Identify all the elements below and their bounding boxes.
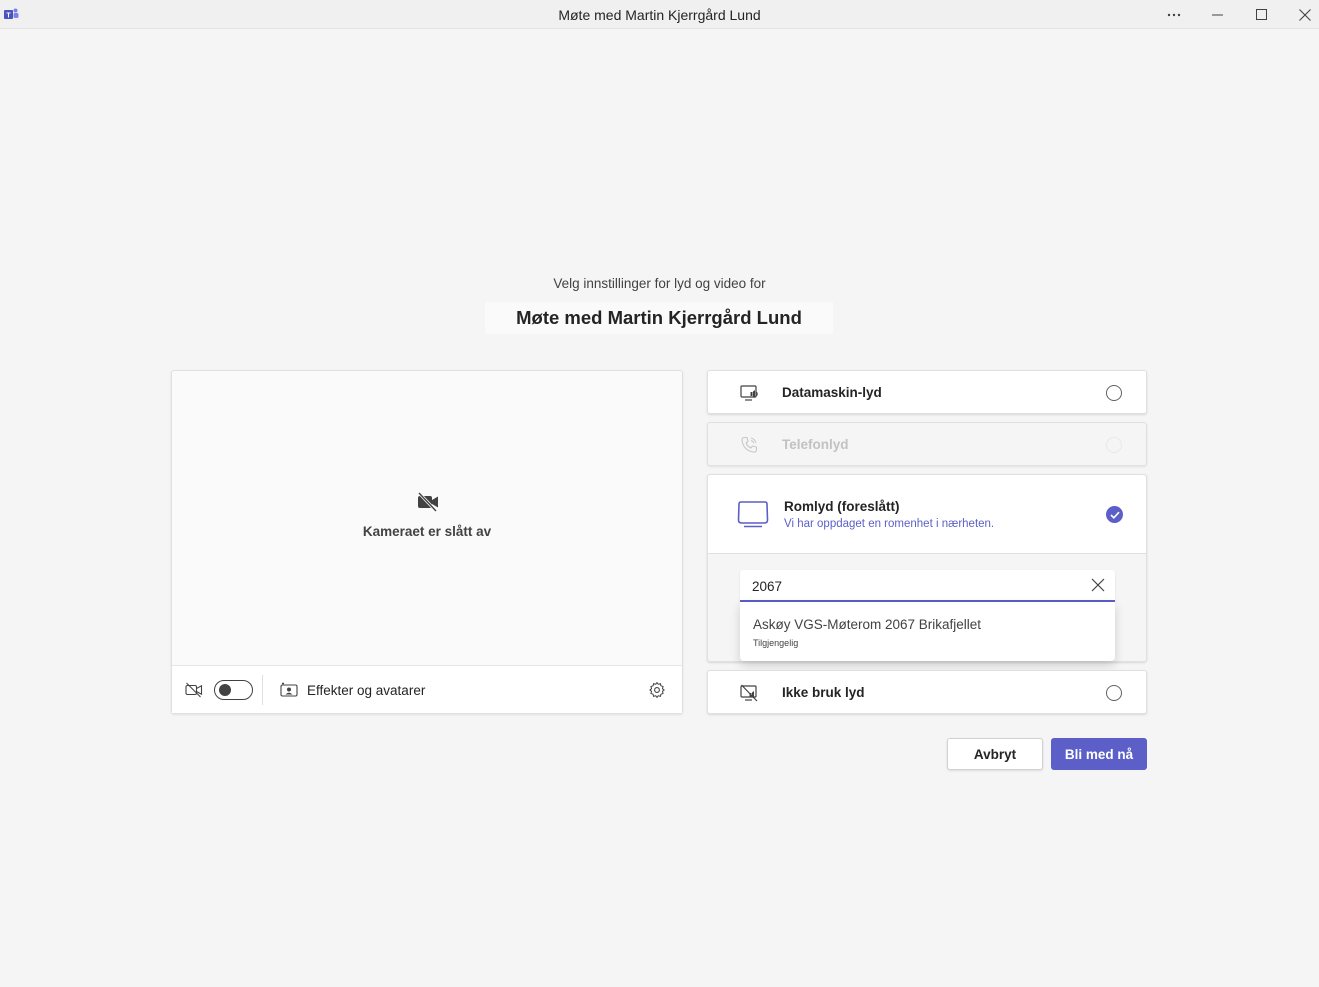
room-audio-radio-checked[interactable] xyxy=(1106,506,1123,523)
no-audio-radio[interactable] xyxy=(1106,685,1122,701)
effects-label: Effekter og avatarer xyxy=(307,682,426,698)
camera-off-icon xyxy=(185,682,203,698)
room-audio-description: Vi har oppdaget en romenhet i nærheten. xyxy=(784,518,995,530)
prejoin-subtitle: Velg innstillinger for lyd og video for xyxy=(553,276,766,291)
camera-toggle[interactable] xyxy=(214,680,253,700)
camera-toggle-knob xyxy=(219,684,231,696)
minimize-button[interactable] xyxy=(1195,0,1239,29)
more-options-button[interactable] xyxy=(1152,0,1196,29)
meeting-title-container: Møte med Martin Kjerrgård Lund xyxy=(485,302,833,334)
room-search-input[interactable] xyxy=(752,576,1072,596)
audio-option-phone: Telefonlyd xyxy=(707,422,1147,466)
room-audio-label: Romlyd (foreslått) xyxy=(784,499,900,514)
window-title: Møte med Martin Kjerrgård Lund xyxy=(558,7,761,23)
room-result-name: Askøy VGS-Møterom 2067 Brikafjellet xyxy=(753,617,982,632)
camera-off-label: Kameraet er slått av xyxy=(362,524,492,539)
no-audio-icon xyxy=(740,684,758,702)
controls-divider xyxy=(262,675,263,705)
room-result-status: Tilgjengelig xyxy=(753,638,799,648)
minimize-icon xyxy=(1211,14,1223,15)
title-bar: T Møte med Martin Kjerrgård Lund xyxy=(0,0,1319,29)
room-search-results: Askøy VGS-Møterom 2067 Brikafjellet Tilg… xyxy=(740,602,1115,661)
no-audio-label: Ikke bruk lyd xyxy=(782,685,865,700)
cancel-button[interactable]: Avbryt xyxy=(947,738,1043,770)
audio-option-room[interactable]: Romlyd (foreslått) Vi har oppdaget en ro… xyxy=(707,474,1147,662)
camera-off-icon xyxy=(417,492,438,512)
video-preview-panel: Kameraet er slått av Effekter og avatare… xyxy=(171,370,683,714)
phone-audio-radio xyxy=(1106,437,1122,453)
clear-icon[interactable] xyxy=(1091,578,1105,592)
close-window-button[interactable] xyxy=(1283,0,1319,29)
computer-audio-icon xyxy=(740,385,758,401)
gear-icon[interactable] xyxy=(648,681,666,699)
phone-audio-label: Telefonlyd xyxy=(782,437,849,452)
room-result-item[interactable]: Askøy VGS-Møterom 2067 Brikafjellet Tilg… xyxy=(740,602,1115,661)
audio-option-none[interactable]: Ikke bruk lyd xyxy=(707,670,1147,714)
effects-and-avatars-button[interactable]: Effekter og avatarer xyxy=(280,678,425,702)
room-audio-header[interactable]: Romlyd (foreslått) Vi har oppdaget en ro… xyxy=(708,475,1146,554)
maximize-button[interactable] xyxy=(1239,0,1283,29)
video-preview-area: Kameraet er slått av xyxy=(172,371,682,665)
meeting-title: Møte med Martin Kjerrgård Lund xyxy=(516,307,802,328)
checkmark-icon xyxy=(1109,511,1120,519)
computer-audio-label: Datamaskin-lyd xyxy=(782,385,882,400)
video-controls-bar: Effekter og avatarer xyxy=(172,665,682,713)
maximize-icon xyxy=(1255,9,1267,20)
computer-audio-radio[interactable] xyxy=(1106,385,1122,401)
audio-option-computer[interactable]: Datamaskin-lyd xyxy=(707,370,1147,414)
room-device-icon xyxy=(737,501,769,528)
more-horizontal-icon xyxy=(1167,13,1181,16)
close-icon xyxy=(1299,8,1311,21)
room-search-field[interactable] xyxy=(740,570,1115,602)
effects-icon xyxy=(280,682,298,697)
phone-audio-icon xyxy=(741,436,758,453)
join-now-button[interactable]: Bli med nå xyxy=(1051,738,1147,770)
